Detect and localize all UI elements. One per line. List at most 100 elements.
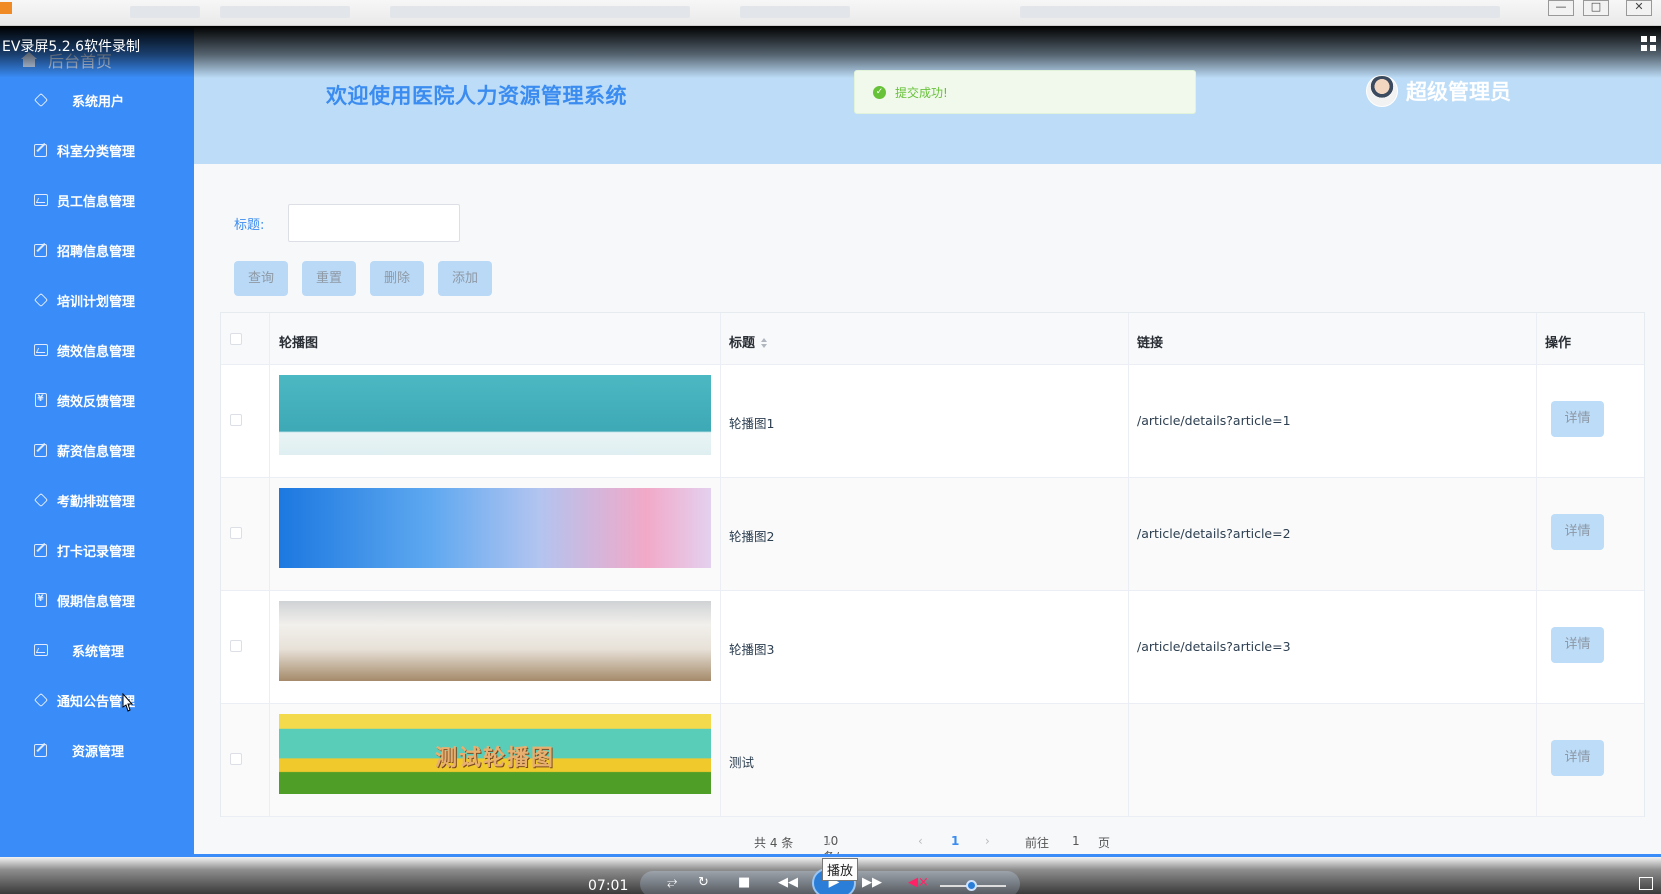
pager-goto-suffix: 页	[1098, 836, 1111, 850]
reset-button[interactable]: 重置	[302, 261, 356, 296]
app-icon	[0, 2, 12, 14]
user-name[interactable]: 超级管理员	[1406, 76, 1511, 106]
toolbar-ghost	[1020, 6, 1500, 18]
user-menu[interactable]: 超级管理员	[1366, 75, 1511, 107]
stop-icon[interactable]: ■	[738, 875, 750, 890]
sidebar-item-label: 薪资信息管理	[57, 444, 136, 460]
row-title: 轮播图1	[729, 416, 775, 431]
playback-time: 07:01	[588, 878, 629, 894]
chart-icon	[33, 193, 48, 207]
table-row: 轮播图3/article/details?article=3 详情	[221, 591, 1644, 704]
add-button[interactable]: 添加	[438, 261, 492, 296]
sidebar-item[interactable]: 系统管理	[0, 633, 194, 667]
sidebar-item-label: 打卡记录管理	[57, 544, 136, 560]
success-toast: ✓ 提交成功!	[854, 70, 1196, 114]
sidebar-item[interactable]: ¥ 绩效反馈管理	[0, 383, 194, 417]
fast-forward-icon[interactable]: ▶▶	[862, 875, 882, 890]
banner-image: 测试轮播图	[279, 714, 711, 794]
header: 欢迎使用医院人力资源管理系统 超级管理员 ✓ 提交成功!	[194, 26, 1661, 164]
sidebar: 后台首页 系统用户 科室分类管理 员工信息管理 招聘信息管理 培训计划管理 绩效信息管理 ¥…	[0, 26, 194, 856]
toolbar-ghost	[130, 6, 200, 18]
chevron-down-icon: ⌄	[823, 834, 834, 848]
pager-total: 共 4 条	[754, 836, 794, 850]
row-checkbox[interactable]	[230, 753, 242, 765]
detail-button[interactable]: 详情	[1551, 740, 1604, 776]
table-header: 轮播图 标题 链接 操作	[221, 313, 1644, 365]
pager-goto-prefix: 前往	[1025, 836, 1050, 850]
check-circle-icon: ✓	[873, 85, 886, 99]
sidebar-item[interactable]: 员工信息管理	[0, 183, 194, 217]
table-row: 轮播图1/article/details?article=1 详情	[221, 365, 1644, 478]
sidebar-item[interactable]: 科室分类管理	[0, 133, 194, 167]
toolbar-ghost	[220, 6, 350, 18]
detail-button[interactable]: 详情	[1551, 627, 1604, 663]
refresh-icon[interactable]: ↻	[698, 875, 709, 890]
recorder-label: EV录屏5.2.6软件录制	[2, 39, 141, 55]
row-checkbox[interactable]	[230, 527, 242, 539]
main-content: 标题: 查询 重置 删除 添加 轮播图 标题 链接 操作 轮播图1/articl…	[194, 164, 1661, 881]
row-link: /article/details?article=2	[1137, 526, 1291, 541]
query-button[interactable]: 查询	[234, 261, 288, 296]
maximize-button[interactable]: □	[1583, 0, 1609, 16]
row-checkbox[interactable]	[230, 640, 242, 652]
pager-goto-input[interactable]: 1	[1072, 834, 1080, 848]
diamond-icon	[33, 692, 48, 708]
title-search-input[interactable]	[288, 204, 460, 242]
prev-page-icon[interactable]: ‹	[918, 834, 923, 848]
sidebar-item[interactable]: ¥ 假期信息管理	[0, 583, 194, 617]
sidebar-item[interactable]: 绩效信息管理	[0, 333, 194, 367]
detail-button[interactable]: 详情	[1551, 401, 1604, 437]
edit-icon	[33, 243, 48, 257]
row-title: 轮播图2	[729, 529, 775, 544]
sidebar-item-label: 系统管理	[71, 644, 124, 660]
sidebar-item[interactable]: 通知公告管理	[0, 683, 194, 717]
volume-knob[interactable]	[966, 880, 977, 891]
sidebar-item[interactable]: 系统用户	[0, 83, 194, 117]
sidebar-item[interactable]: 培训计划管理	[0, 283, 194, 317]
loop-icon[interactable]: ⥂	[667, 875, 677, 890]
row-title: 测试	[729, 755, 755, 770]
banner-image	[279, 601, 711, 681]
row-link: /article/details?article=1	[1137, 413, 1291, 428]
sidebar-item[interactable]: 打卡记录管理	[0, 533, 194, 567]
window-toolbar: — □ ✕	[0, 0, 1661, 26]
next-page-icon[interactable]: ›	[985, 834, 990, 848]
search-label: 标题:	[234, 218, 265, 233]
fullscreen-icon[interactable]	[1639, 877, 1653, 890]
detail-button[interactable]: 详情	[1551, 514, 1604, 550]
grid-icon[interactable]	[1641, 36, 1657, 52]
close-button[interactable]: ✕	[1626, 0, 1652, 16]
toolbar-ghost	[740, 6, 850, 18]
diamond-icon	[33, 292, 48, 308]
column-divider	[269, 313, 270, 816]
sidebar-item[interactable]: 资源管理	[0, 733, 194, 767]
mute-icon[interactable]: ◀×	[908, 875, 929, 890]
toolbar-ghost	[390, 6, 690, 18]
edit-icon	[33, 443, 48, 457]
avatar[interactable]	[1366, 75, 1398, 107]
delete-button[interactable]: 删除	[370, 261, 424, 296]
play-tooltip: 播放	[822, 858, 859, 881]
column-divider	[1128, 313, 1129, 816]
banner-caption: 测试轮播图	[434, 746, 555, 771]
sidebar-item[interactable]: 考勤排班管理	[0, 483, 194, 517]
money-icon: ¥	[33, 593, 48, 607]
minimize-button[interactable]: —	[1548, 0, 1574, 16]
toast-message: 提交成功!	[895, 85, 948, 100]
row-checkbox[interactable]	[230, 414, 242, 426]
sort-icon[interactable]	[761, 337, 768, 350]
column-header-title[interactable]: 标题	[729, 332, 768, 351]
select-all-checkbox[interactable]	[230, 333, 242, 345]
sidebar-item[interactable]: 招聘信息管理	[0, 233, 194, 267]
sidebar-item-label: 资源管理	[71, 744, 124, 760]
sidebar-item-label: 员工信息管理	[57, 194, 136, 210]
column-header-title-label: 标题	[729, 336, 756, 351]
banner-image	[279, 488, 711, 568]
sidebar-item-label: 绩效反馈管理	[57, 394, 136, 410]
rewind-icon[interactable]: ◀◀	[778, 875, 798, 890]
mouse-cursor-icon	[122, 693, 134, 712]
row-title: 轮播图3	[729, 642, 775, 657]
sidebar-item-label: 绩效信息管理	[57, 344, 136, 360]
sidebar-item[interactable]: 薪资信息管理	[0, 433, 194, 467]
page-number-current[interactable]: 1	[951, 834, 959, 848]
